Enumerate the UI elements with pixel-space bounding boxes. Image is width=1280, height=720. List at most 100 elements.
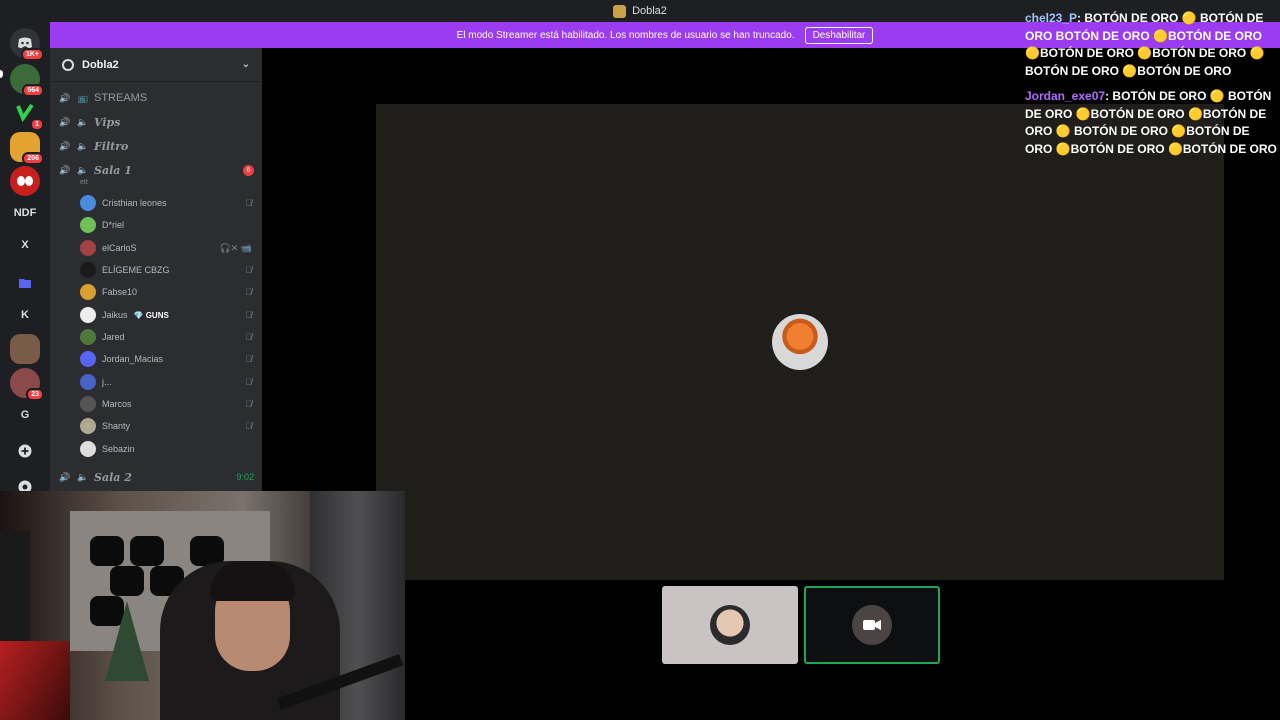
guild-tag: 💎 GUNS	[133, 310, 169, 320]
camera-icon	[863, 620, 881, 630]
avatar	[80, 307, 96, 323]
voice-user[interactable]: Cristhian leones 🎙̸	[80, 193, 252, 213]
chat-username: Jordan_exe07	[1025, 89, 1106, 103]
mic-muted-icon: 🎙̸	[245, 399, 252, 409]
avatar	[80, 262, 96, 278]
server-avatar[interactable]: 206	[10, 132, 44, 165]
avatar	[80, 441, 96, 457]
mic-muted-icon: 🎙̸	[245, 421, 252, 431]
channel-vips[interactable]: 🔊 🔈 Vips	[58, 112, 254, 132]
notification-badge: 564	[22, 84, 44, 97]
server-avatar[interactable]: 23	[10, 368, 44, 401]
shelf	[0, 531, 30, 651]
speaker-icon: 🔈	[77, 116, 89, 127]
voice-user[interactable]: Marcos 🎙̸	[80, 394, 252, 414]
channel-name: STREAMS	[94, 92, 148, 104]
avatar	[80, 374, 96, 390]
stream-chat-overlay: chel23_P: BOTÓN DE ORO 🟡 BOTÓN DE ORO BO…	[1025, 10, 1280, 166]
voice-user-name: Marcos	[102, 399, 132, 409]
server-label: NDF	[13, 207, 37, 219]
voice-user[interactable]: Jordan_Macias 🎙̸	[80, 349, 252, 369]
channel-streams[interactable]: 🔊 📺 STREAMS	[58, 88, 254, 108]
server-ndf[interactable]: NDF	[10, 198, 40, 228]
avatar	[80, 284, 96, 300]
voice-user[interactable]: D*riel	[80, 215, 252, 235]
voice-user-name: j...	[102, 377, 112, 387]
participant-tile-active[interactable]	[804, 586, 940, 664]
channel-status: ett	[80, 179, 88, 186]
voice-user-name: Jared	[102, 332, 125, 342]
participant-tile[interactable]	[662, 586, 798, 664]
chat-message: Jordan_exe07: BOTÓN DE ORO 🟡 BOTÓN DE OR…	[1025, 89, 1277, 156]
avatar	[80, 329, 96, 345]
server-avatar[interactable]: 1	[10, 98, 44, 131]
server-label: K	[21, 309, 29, 321]
voice-user[interactable]: Sebazin	[80, 439, 252, 459]
server-avatar[interactable]	[10, 334, 40, 364]
notification-badge: 1K+	[20, 48, 44, 61]
mic-muted-icon: 🎙̸	[245, 287, 252, 297]
chat-username: chel23_P	[1025, 11, 1078, 25]
spiderman-avatar[interactable]	[10, 166, 40, 196]
speaker-icon: 🔈	[77, 471, 89, 482]
voice-user-name: D*riel	[102, 220, 125, 230]
avatar	[80, 418, 96, 434]
voice-user[interactable]: Jaikus 💎 GUNS 🎙̸	[80, 305, 252, 325]
avatar	[710, 605, 750, 645]
channel-filtro[interactable]: 🔊 🔈 Filtro	[58, 136, 254, 156]
voice-user-name: Jaikus	[102, 310, 128, 320]
notification-badge: 1	[30, 118, 44, 131]
add-server-icon[interactable]	[10, 436, 40, 466]
acoustic-panel	[110, 566, 144, 596]
avatar	[80, 240, 96, 256]
server-name: Dobla2	[82, 58, 119, 71]
voice-user[interactable]: elCarloS 🎧✕ 📹	[80, 238, 252, 258]
server-header[interactable]: Dobla2 ⌄	[50, 48, 262, 82]
acoustic-panel	[130, 536, 164, 566]
voice-user[interactable]: j... 🎙̸	[80, 372, 252, 392]
disable-button[interactable]: Deshabilitar	[804, 26, 874, 44]
channel-sala-2[interactable]: 🔊 🔈 Sala 2 9:02	[58, 467, 254, 487]
mic-muted-icon: 🎙̸	[245, 377, 252, 387]
discord-home-icon[interactable]: 1K+	[10, 28, 44, 61]
speaker-icon: 🔈	[77, 140, 89, 151]
avatar	[80, 396, 96, 412]
deafened-camera-icons: 🎧✕ 📹	[219, 242, 252, 253]
webcam-overlay	[0, 491, 405, 720]
voice-user-name: Fabse10	[102, 287, 138, 297]
voice-user-name: Jordan_Macias	[102, 354, 164, 364]
channel-name: Sala 1	[94, 163, 132, 177]
server-label: X	[21, 239, 29, 251]
server-g[interactable]: G	[10, 400, 40, 430]
call-timer: 9:02	[236, 472, 254, 482]
acoustic-panel	[90, 536, 124, 566]
server-avatar[interactable]: 564	[10, 64, 44, 97]
avatar	[80, 351, 96, 367]
banner-text: El modo Streamer está habilitado. Los no…	[456, 29, 795, 41]
channel-sidebar: Dobla2 ⌄ 🔊 📺 STREAMS 🔊 🔈 Vips 🔊 🔈 Filtro…	[50, 48, 262, 491]
window-title: Dobla2	[632, 5, 667, 17]
server-k[interactable]: K	[10, 300, 40, 330]
folder-icon[interactable]	[10, 268, 40, 298]
voice-user[interactable]: Shanty 🎙̸	[80, 416, 252, 436]
mic-muted-icon: 🎙̸	[245, 332, 252, 342]
voice-lock-icon: 🔊	[59, 92, 71, 103]
voice-user[interactable]: Jared 🎙̸	[80, 327, 252, 347]
voice-lock-icon: 🔊	[59, 140, 71, 151]
server-icon	[62, 58, 74, 71]
speaker-avatar[interactable]	[772, 314, 828, 370]
voice-lock-icon: 🔊	[59, 116, 71, 127]
voice-active-icon: 🔊	[59, 471, 71, 482]
voice-user[interactable]: Fabse10 🎙̸	[80, 282, 252, 302]
channel-sala-1[interactable]: 🔊 🔈 Sala 1 6	[58, 160, 254, 180]
server-x[interactable]: X	[10, 230, 40, 260]
speaker-icon: 🔈	[77, 164, 89, 175]
voice-user-name: Shanty	[102, 421, 131, 431]
streamer-hair	[210, 561, 295, 601]
mention-badge: 6	[243, 164, 254, 176]
tv-icon: 📺	[78, 93, 88, 103]
voice-user-name: ELÍGEME CBZG	[102, 265, 170, 275]
voice-user[interactable]: ELÍGEME CBZG 🎙̸	[80, 260, 252, 280]
christmas-tree	[105, 601, 149, 681]
chevron-down-icon: ⌄	[241, 59, 250, 70]
